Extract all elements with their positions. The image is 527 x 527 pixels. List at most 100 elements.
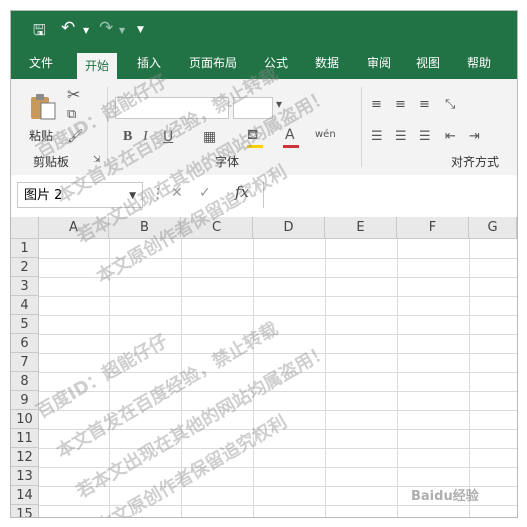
tab-review[interactable]: 审阅	[367, 55, 391, 79]
enter-icon[interactable]: ✓	[199, 185, 211, 201]
row-header-9[interactable]: 9	[11, 391, 39, 410]
gridline	[109, 239, 110, 517]
redo-icon[interactable]: ↷	[99, 18, 113, 38]
excel-window: 🖫 ↶ ▼ ↷ ▼ ▼ 文件 开始 插入 页面布局 公式 数据 审阅 视图 帮助…	[10, 10, 518, 518]
orientation-icon[interactable]: ⤡	[445, 97, 455, 112]
baidu-jingyan-logo: Baidu经验	[411, 489, 479, 504]
paint-bucket-icon: ⛾	[247, 127, 259, 143]
more-icon: ⋮	[151, 186, 166, 202]
row-header-7[interactable]: 7	[11, 353, 39, 372]
group-divider	[107, 87, 108, 167]
gridline	[39, 353, 517, 354]
name-box[interactable]: 图片 2 ▼	[17, 182, 143, 208]
borders-icon[interactable]: ▦	[203, 129, 216, 145]
align-bottom-icon[interactable]: ≡	[419, 97, 430, 112]
align-middle-icon[interactable]: ≡	[395, 97, 406, 112]
title-bar: 🖫 ↶ ▼ ↷ ▼ ▼	[11, 11, 517, 49]
column-header-a[interactable]: A	[39, 217, 109, 239]
gridline	[39, 467, 517, 468]
column-header-d[interactable]: D	[253, 217, 325, 239]
gridline	[39, 505, 517, 506]
tab-file[interactable]: 文件	[29, 55, 53, 79]
customize-qat-icon[interactable]: ▼	[137, 25, 144, 35]
align-center-icon[interactable]: ☰	[395, 129, 407, 144]
row-header-12[interactable]: 12	[11, 448, 39, 467]
align-right-icon[interactable]: ☰	[419, 129, 431, 144]
font-size-dropdown-icon[interactable]: ▾	[276, 97, 282, 111]
align-top-icon[interactable]: ≡	[371, 97, 382, 112]
gridline	[39, 258, 517, 259]
name-box-value: 图片 2	[24, 188, 63, 203]
gridline	[39, 315, 517, 316]
tab-data[interactable]: 数据	[315, 55, 339, 79]
insert-function-button[interactable]: fx	[235, 183, 249, 201]
gridline	[39, 277, 517, 278]
gridline	[39, 372, 517, 373]
column-header-b[interactable]: B	[109, 217, 181, 239]
row-header-13[interactable]: 13	[11, 467, 39, 486]
alignment-group-label: 对齐方式	[451, 155, 500, 169]
tab-formulas[interactable]: 公式	[264, 55, 288, 79]
cut-icon[interactable]: ✂	[67, 85, 80, 104]
row-header-1[interactable]: 1	[11, 239, 39, 258]
column-header-g[interactable]: G	[469, 217, 517, 239]
gridline	[325, 239, 326, 517]
underline-button[interactable]: U	[163, 129, 173, 145]
row-header-5[interactable]: 5	[11, 315, 39, 334]
gridline	[397, 239, 398, 517]
row-header-2[interactable]: 2	[11, 258, 39, 277]
chevron-down-icon: ▼	[129, 191, 136, 201]
paste-icon	[31, 94, 56, 120]
phonetic-guide-button[interactable]: wén	[315, 129, 336, 140]
cancel-icon[interactable]: ✕	[171, 185, 183, 201]
row-header-8[interactable]: 8	[11, 372, 39, 391]
paste-label: 粘贴	[29, 129, 54, 143]
font-name-combo[interactable]	[115, 97, 229, 119]
tab-home[interactable]: 开始	[77, 53, 118, 79]
clipboard-launcher-icon[interactable]: ⇲	[93, 155, 101, 165]
font-color-button[interactable]: A	[281, 127, 303, 149]
tab-page-layout[interactable]: 页面布局	[189, 55, 237, 79]
undo-dropdown-icon[interactable]: ▼	[83, 26, 89, 35]
font-size-combo[interactable]	[233, 97, 273, 119]
select-all-corner[interactable]	[11, 217, 39, 239]
fill-color-bar	[247, 145, 263, 148]
column-header-e[interactable]: E	[325, 217, 397, 239]
font-color-letter: A	[285, 127, 295, 143]
row-header-14[interactable]: 14	[11, 486, 39, 505]
gridline	[39, 334, 517, 335]
gridline	[39, 410, 517, 411]
tab-insert[interactable]: 插入	[137, 55, 161, 79]
bold-button[interactable]: B	[123, 129, 132, 145]
row-header-3[interactable]: 3	[11, 277, 39, 296]
fill-color-button[interactable]: ⛾	[245, 127, 267, 149]
decrease-indent-icon[interactable]: ⇤	[445, 129, 456, 144]
format-painter-icon[interactable]: 🖌	[67, 129, 84, 144]
worksheet-grid[interactable]: A B C D E F G 1 2 3 4 5 6 7 8 9 10 11 12…	[11, 217, 517, 517]
undo-icon[interactable]: ↶	[61, 18, 75, 38]
paste-button[interactable]: 粘贴	[25, 87, 59, 147]
column-header-c[interactable]: C	[181, 217, 253, 239]
tab-help[interactable]: 帮助	[467, 55, 491, 79]
column-header-f[interactable]: F	[397, 217, 469, 239]
ribbon-tabs: 文件 开始 插入 页面布局 公式 数据 审阅 视图 帮助	[11, 49, 517, 79]
gridline	[253, 239, 254, 517]
clipboard-group-label: 剪贴板	[33, 155, 70, 169]
save-icon[interactable]: 🖫	[33, 20, 46, 45]
gridline	[39, 391, 517, 392]
row-header-4[interactable]: 4	[11, 296, 39, 315]
redo-dropdown-icon[interactable]: ▼	[119, 26, 125, 35]
row-header-11[interactable]: 11	[11, 429, 39, 448]
tab-view[interactable]: 视图	[416, 55, 440, 79]
row-header-10[interactable]: 10	[11, 410, 39, 429]
gridline	[181, 239, 182, 517]
increase-indent-icon[interactable]: ⇥	[469, 129, 480, 144]
gridline	[39, 448, 517, 449]
formula-input[interactable]	[263, 182, 517, 208]
copy-icon[interactable]: ⧉	[67, 107, 76, 122]
row-header-6[interactable]: 6	[11, 334, 39, 353]
align-left-icon[interactable]: ☰	[371, 129, 383, 144]
italic-button[interactable]: I	[143, 129, 148, 145]
font-color-bar	[283, 145, 299, 148]
row-header-15[interactable]: 15	[11, 505, 39, 517]
